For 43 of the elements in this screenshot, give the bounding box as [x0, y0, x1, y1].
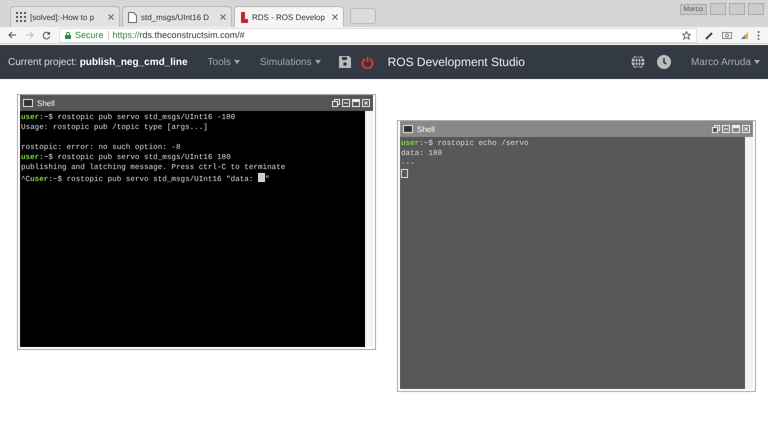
caret-icon — [314, 60, 321, 64]
browser-tab[interactable]: [solved]:-How to p — [10, 6, 120, 27]
terminal-icon — [23, 99, 33, 107]
caret-icon — [234, 60, 240, 64]
user-menu[interactable]: Marco Arruda — [690, 56, 760, 68]
close-icon[interactable] — [220, 14, 226, 20]
close-icon[interactable] — [332, 14, 338, 20]
nav-menu[interactable]: Simulations — [260, 56, 321, 68]
url-text: https://rds.theconstructsim.com/# — [112, 30, 245, 40]
scrollbar[interactable] — [745, 137, 753, 389]
clock-icon[interactable] — [656, 55, 671, 69]
page-icon — [128, 12, 137, 22]
grid-icon — [16, 12, 26, 22]
minimize-icon[interactable] — [342, 99, 350, 107]
save-icon[interactable] — [338, 56, 351, 68]
reload-icon[interactable] — [42, 30, 51, 40]
terminal-icon — [403, 125, 413, 133]
more-icon[interactable] — [757, 30, 760, 40]
back-icon[interactable] — [8, 31, 17, 39]
caret-icon — [754, 60, 760, 64]
extension-icon[interactable] — [740, 30, 749, 40]
power-icon[interactable] — [360, 56, 374, 68]
nav-menu[interactable]: Tools — [208, 56, 240, 68]
secure-label: Secure — [75, 30, 104, 40]
maximize-icon[interactable] — [732, 125, 740, 133]
camera-icon[interactable] — [722, 31, 732, 39]
star-icon[interactable] — [682, 30, 691, 40]
lock-icon — [65, 32, 71, 38]
scrollbar[interactable] — [365, 111, 373, 347]
window-title: Shell — [417, 124, 435, 134]
restore-icon[interactable] — [332, 99, 340, 107]
browser-tab[interactable]: RDS - ROS Develop — [234, 6, 344, 27]
dropper-icon[interactable] — [705, 30, 714, 40]
globe-icon[interactable] — [630, 55, 645, 69]
minimize-icon[interactable] — [722, 125, 730, 133]
restore-icon[interactable] — [712, 125, 720, 133]
close-icon[interactable] — [108, 14, 114, 20]
window-title: Shell — [37, 98, 55, 108]
app-title: ROS Development Studio — [388, 55, 525, 69]
current-project-label: Current project: publish_neg_cmd_line — [8, 56, 188, 68]
browser-tab[interactable]: std_msgs/UInt16 D — [122, 6, 232, 27]
maximize-icon[interactable] — [352, 99, 360, 107]
address-field[interactable]: Secure https://rds.theconstructsim.com/# — [59, 28, 697, 42]
